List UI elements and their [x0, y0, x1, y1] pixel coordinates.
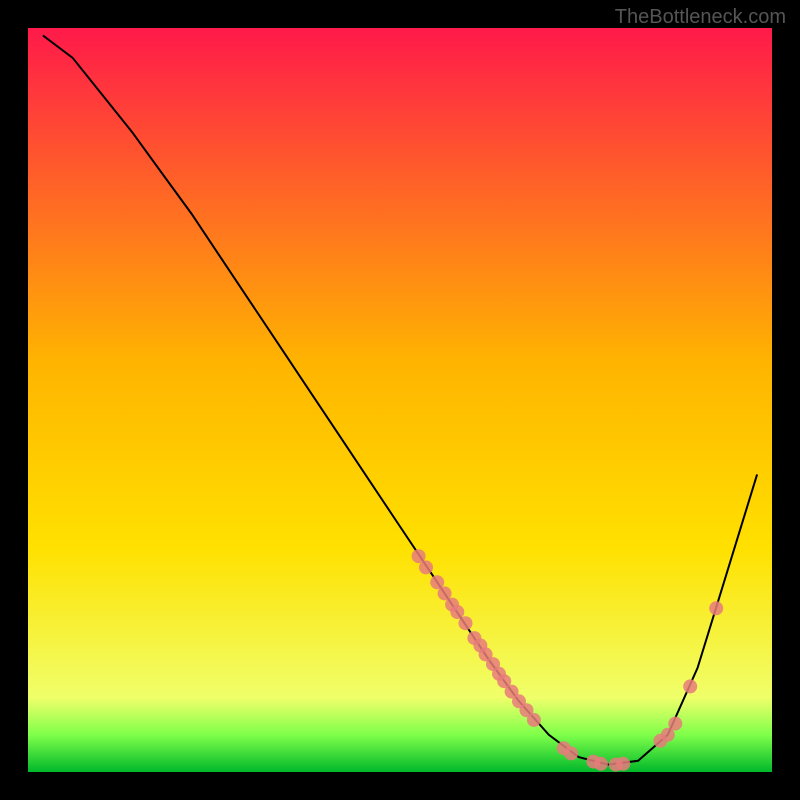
- data-point: [668, 717, 682, 731]
- data-point: [450, 605, 464, 619]
- data-point: [594, 757, 608, 771]
- watermark-text: TheBottleneck.com: [615, 6, 786, 29]
- data-point: [459, 616, 473, 630]
- data-point: [419, 560, 433, 574]
- data-point: [527, 713, 541, 727]
- data-point: [683, 679, 697, 693]
- chart-container: TheBottleneck.com: [0, 0, 800, 800]
- plot-area: [28, 28, 772, 772]
- data-point: [616, 757, 630, 771]
- chart-svg: [28, 28, 772, 772]
- data-point: [564, 746, 578, 760]
- gradient-background: [28, 28, 772, 772]
- data-point: [709, 601, 723, 615]
